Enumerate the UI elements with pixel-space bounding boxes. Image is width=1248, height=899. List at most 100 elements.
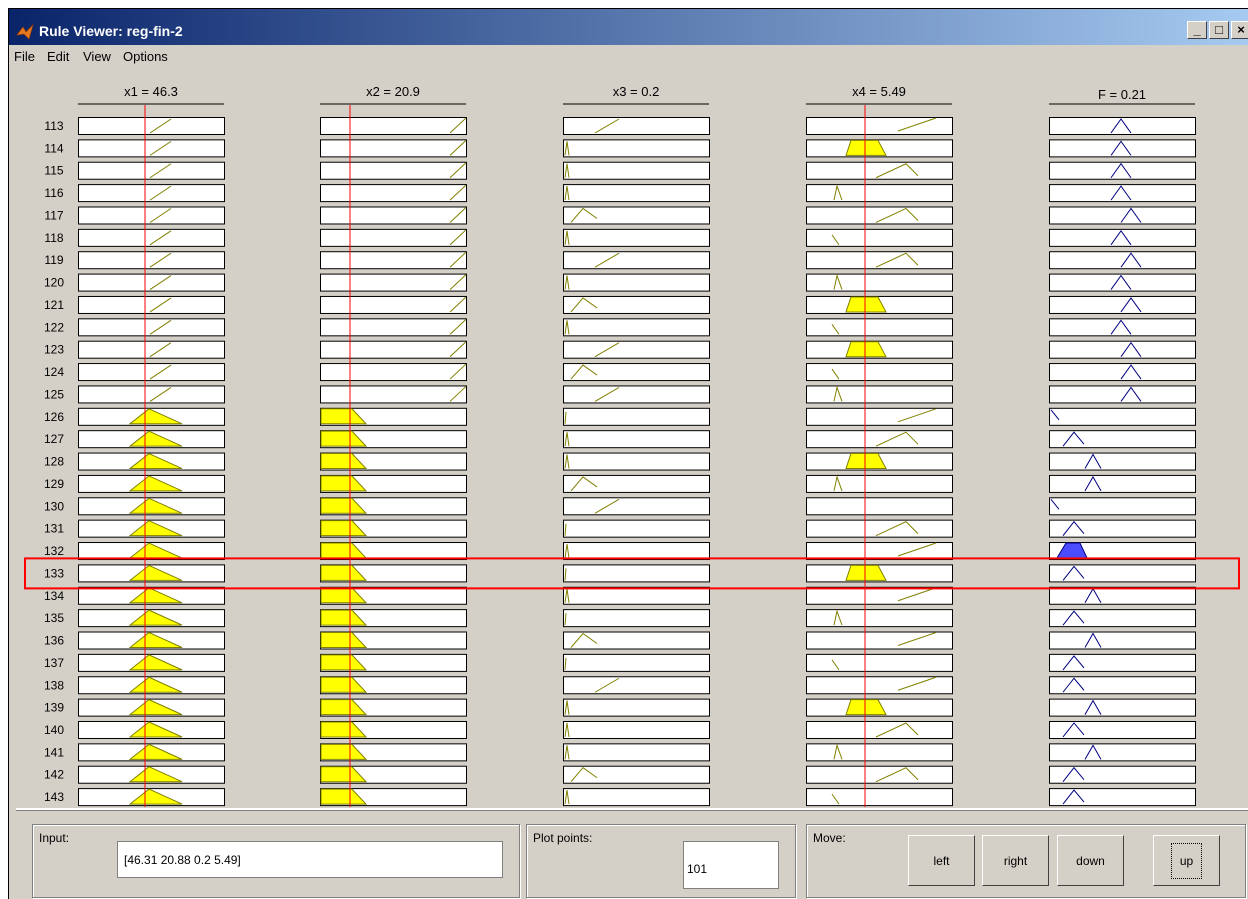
membership-plot[interactable] xyxy=(320,206,467,225)
membership-plot[interactable] xyxy=(563,609,710,628)
membership-plot[interactable] xyxy=(320,117,467,135)
move-up-button[interactable]: up xyxy=(1153,835,1220,886)
membership-plot[interactable] xyxy=(563,765,710,784)
move-right-button[interactable]: right xyxy=(982,835,1049,886)
membership-plot[interactable] xyxy=(806,228,953,247)
membership-plot[interactable] xyxy=(806,474,953,493)
membership-plot[interactable] xyxy=(1049,452,1196,471)
membership-plot[interactable] xyxy=(563,318,710,337)
membership-plot[interactable] xyxy=(563,340,710,359)
membership-plot[interactable] xyxy=(806,497,953,516)
membership-plot[interactable] xyxy=(320,184,467,203)
move-down-button[interactable]: down xyxy=(1057,835,1124,886)
membership-plot[interactable] xyxy=(1049,788,1196,807)
membership-plot[interactable] xyxy=(563,519,710,538)
membership-plot[interactable] xyxy=(320,161,467,180)
membership-plot[interactable] xyxy=(563,139,710,158)
membership-plot[interactable] xyxy=(1049,385,1196,404)
membership-plot[interactable] xyxy=(563,542,710,561)
membership-plot[interactable] xyxy=(806,653,953,672)
column-header: x2 = 20.9 xyxy=(366,84,420,99)
membership-plot[interactable] xyxy=(320,340,467,359)
membership-plot[interactable] xyxy=(1049,586,1196,605)
membership-plot[interactable] xyxy=(1049,273,1196,292)
membership-plot[interactable] xyxy=(563,564,710,583)
membership-plot[interactable] xyxy=(806,385,953,404)
membership-plot[interactable] xyxy=(320,228,467,247)
membership-plot[interactable] xyxy=(1049,609,1196,628)
membership-plot[interactable] xyxy=(563,206,710,225)
membership-plot[interactable] xyxy=(1049,564,1196,583)
membership-plot[interactable] xyxy=(806,609,953,628)
membership-plot[interactable] xyxy=(806,519,953,538)
membership-plot[interactable] xyxy=(563,385,710,404)
membership-plot[interactable] xyxy=(320,385,467,404)
membership-plot[interactable] xyxy=(563,474,710,493)
membership-plot[interactable] xyxy=(806,206,953,225)
membership-plot[interactable] xyxy=(1049,631,1196,650)
membership-plot[interactable] xyxy=(563,184,710,203)
membership-plot[interactable] xyxy=(1049,720,1196,739)
input-field[interactable]: [46.31 20.88 0.2 5.49] xyxy=(117,841,503,878)
membership-plot[interactable] xyxy=(806,743,953,762)
membership-plot[interactable] xyxy=(1049,139,1196,158)
membership-plot[interactable] xyxy=(806,765,953,784)
membership-plot[interactable] xyxy=(320,318,467,337)
membership-plot[interactable] xyxy=(563,743,710,762)
membership-plot[interactable] xyxy=(1049,765,1196,784)
membership-plot[interactable] xyxy=(806,251,953,270)
membership-plot[interactable] xyxy=(563,631,710,650)
membership-plot[interactable] xyxy=(1049,206,1196,225)
membership-plot[interactable] xyxy=(563,407,710,426)
membership-plot[interactable] xyxy=(806,273,953,292)
membership-plot[interactable] xyxy=(563,698,710,717)
move-left-button[interactable]: left xyxy=(908,835,975,886)
membership-plot[interactable] xyxy=(1049,228,1196,247)
membership-plot[interactable] xyxy=(806,161,953,180)
membership-plot[interactable] xyxy=(806,720,953,739)
plot-points-field[interactable]: 101 xyxy=(683,841,779,889)
membership-plot[interactable] xyxy=(1049,407,1196,426)
membership-plot[interactable] xyxy=(320,139,467,158)
membership-plot[interactable] xyxy=(563,497,710,516)
membership-plot[interactable] xyxy=(1049,251,1196,270)
membership-plot[interactable] xyxy=(1049,340,1196,359)
membership-plot[interactable] xyxy=(806,363,953,382)
membership-plot[interactable] xyxy=(1049,161,1196,180)
membership-plot[interactable] xyxy=(806,430,953,449)
membership-plot[interactable] xyxy=(563,720,710,739)
membership-plot[interactable] xyxy=(563,273,710,292)
membership-plot[interactable] xyxy=(563,452,710,471)
membership-plot[interactable] xyxy=(806,788,953,807)
membership-plot[interactable] xyxy=(563,788,710,807)
membership-plot[interactable] xyxy=(563,363,710,382)
membership-plot[interactable] xyxy=(1049,184,1196,203)
membership-plot[interactable] xyxy=(563,161,710,180)
membership-plot[interactable] xyxy=(1049,497,1196,516)
membership-plot[interactable] xyxy=(320,251,467,270)
membership-plot[interactable] xyxy=(1049,653,1196,672)
membership-plot[interactable] xyxy=(563,586,710,605)
membership-plot[interactable] xyxy=(806,184,953,203)
membership-plot[interactable] xyxy=(1049,698,1196,717)
membership-plot[interactable] xyxy=(806,318,953,337)
membership-plot[interactable] xyxy=(563,653,710,672)
membership-plot[interactable] xyxy=(563,430,710,449)
membership-plot[interactable] xyxy=(320,273,467,292)
membership-plot[interactable] xyxy=(1049,295,1196,314)
membership-plot[interactable] xyxy=(563,251,710,270)
membership-plot[interactable] xyxy=(1049,743,1196,762)
membership-plot[interactable] xyxy=(563,228,710,247)
membership-plot[interactable] xyxy=(563,295,710,314)
membership-plot[interactable] xyxy=(563,117,710,135)
membership-plot[interactable] xyxy=(1049,519,1196,538)
membership-plot[interactable] xyxy=(1049,676,1196,695)
membership-plot[interactable] xyxy=(1049,363,1196,382)
membership-plot[interactable] xyxy=(1049,117,1196,135)
membership-plot[interactable] xyxy=(1049,318,1196,337)
membership-plot[interactable] xyxy=(320,363,467,382)
membership-plot[interactable] xyxy=(563,676,710,695)
membership-plot[interactable] xyxy=(1049,430,1196,449)
membership-plot[interactable] xyxy=(1049,474,1196,493)
membership-plot[interactable] xyxy=(320,295,467,314)
